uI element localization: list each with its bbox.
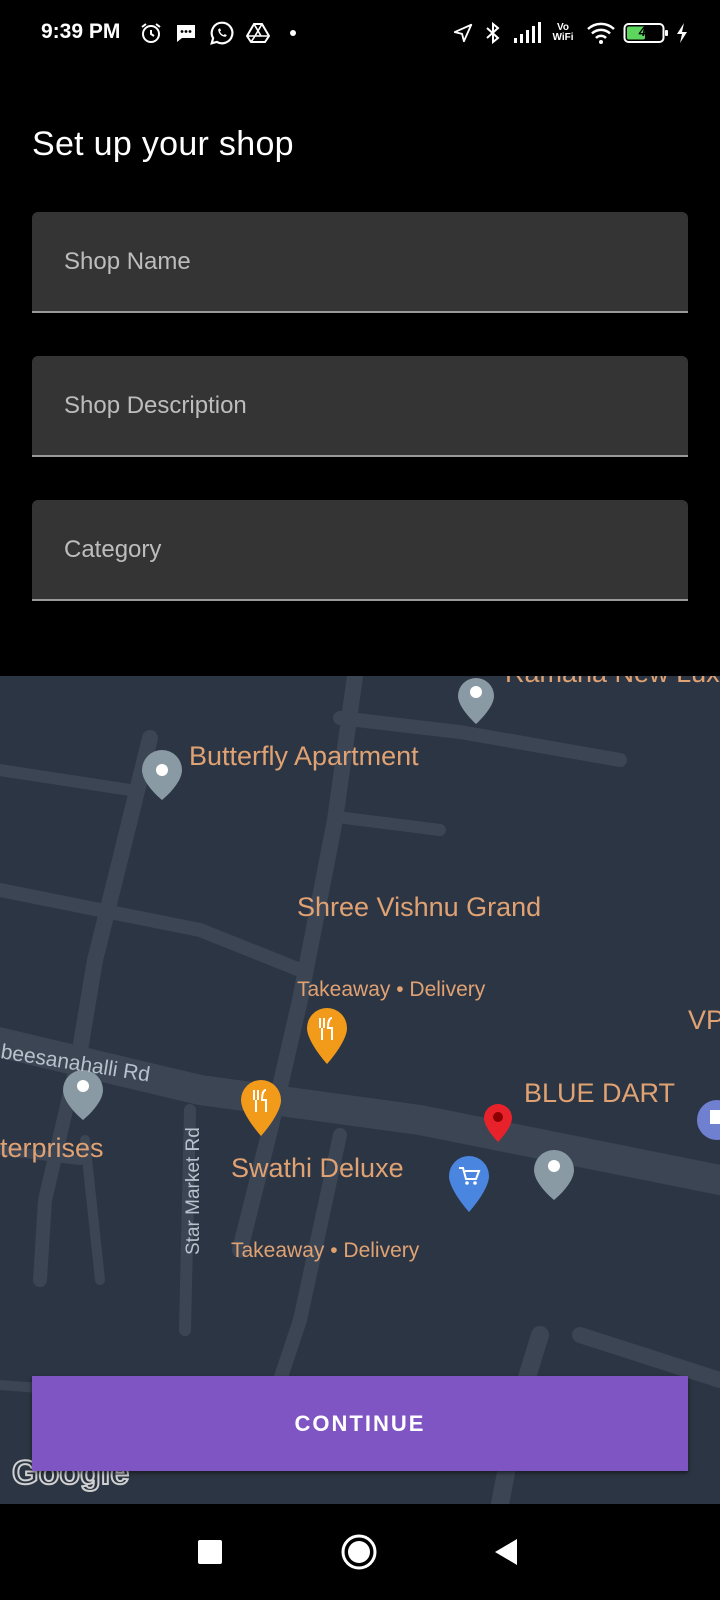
star-market-label: Star Market Rd: [183, 1127, 204, 1255]
vp-label: VP: [688, 1005, 720, 1035]
status-bar: 9:39 PM Vo WiFi 47: [0, 0, 720, 70]
shop-name-input[interactable]: [32, 212, 688, 311]
signal-icon: [512, 18, 542, 48]
wifi-icon: [585, 18, 617, 48]
map-pin-purple[interactable]: [697, 1100, 720, 1140]
battery-level: 47: [638, 24, 654, 39]
map-pin-restaurant[interactable]: [307, 1008, 347, 1064]
navigation-bar: [0, 1504, 720, 1600]
whatsapp-icon: [208, 18, 236, 48]
home-circle-icon[interactable]: [331, 1524, 387, 1580]
map-road: [572, 1327, 720, 1388]
back-triangle-icon[interactable]: [478, 1524, 534, 1580]
drive-icon: [244, 18, 272, 48]
map-pin-gray[interactable]: [534, 1150, 574, 1200]
vowifi-icon: Vo WiFi: [552, 22, 574, 43]
enterprises-label: terprises: [0, 1133, 104, 1163]
charging-icon: [674, 18, 690, 48]
shree-vishnu-sub-label: Takeaway • Delivery: [297, 978, 486, 1001]
map-road: [339, 812, 446, 836]
location-arrow-icon: [450, 18, 476, 48]
page-title: Set up your shop: [32, 125, 294, 163]
butterfly-label: Butterfly Apartment: [189, 741, 419, 771]
map-road: [0, 764, 136, 796]
shop-name-field[interactable]: [32, 212, 688, 313]
swathi-label: Swathi Deluxe: [231, 1153, 404, 1183]
map-pin-gray[interactable]: [458, 678, 494, 724]
recents-square-icon[interactable]: [182, 1524, 238, 1580]
status-time: 9:39 PM: [41, 20, 121, 43]
map-pin-gray[interactable]: [142, 750, 182, 800]
map-road: [0, 883, 307, 977]
shop-description-input[interactable]: [32, 356, 688, 455]
dot-icon: [286, 18, 300, 48]
continue-button[interactable]: CONTINUE: [32, 1376, 688, 1471]
map-pin-shopping[interactable]: [449, 1156, 489, 1212]
shop-description-field[interactable]: [32, 356, 688, 457]
swathi-sub-label: Takeaway • Delivery: [231, 1239, 420, 1262]
blue-dart-label: BLUE DART: [524, 1078, 675, 1108]
battery-icon: 47: [623, 18, 669, 48]
category-field[interactable]: [32, 500, 688, 601]
category-input[interactable]: [32, 500, 688, 599]
bluetooth-icon: [481, 18, 505, 48]
alarm-icon: [138, 18, 164, 48]
shree-vishnu-label: Shree Vishnu Grand: [297, 892, 541, 922]
message-icon: [173, 18, 199, 48]
ramana-label: Ramana New Luxe: [505, 676, 720, 688]
